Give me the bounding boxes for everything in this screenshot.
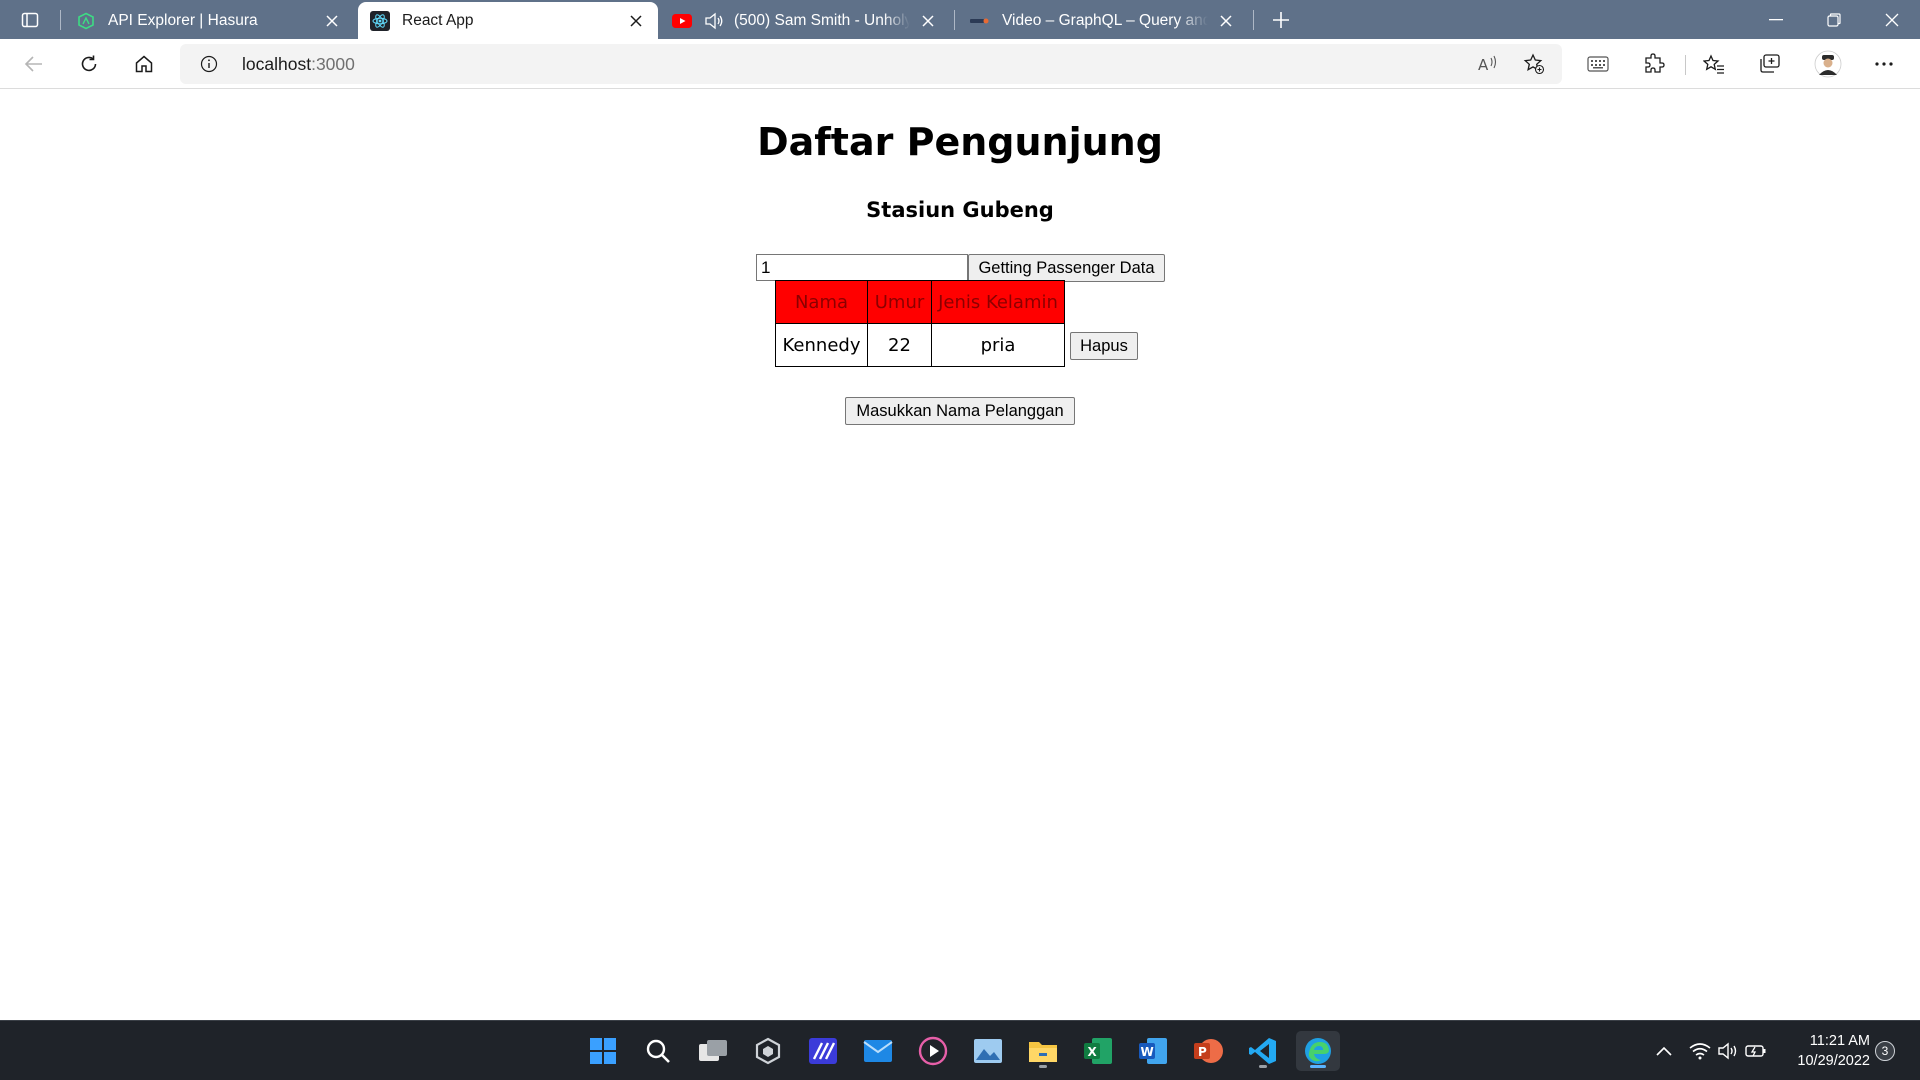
refresh-icon[interactable] xyxy=(72,48,106,80)
restore-icon[interactable] xyxy=(1805,0,1863,39)
get-passenger-data-button[interactable]: Getting Passenger Data xyxy=(968,254,1165,282)
tab-react-app[interactable]: React App xyxy=(358,2,658,39)
chevron-up-icon[interactable] xyxy=(1652,1039,1676,1063)
tab-separator xyxy=(954,10,955,30)
page-subtitle: Stasiun Gubeng xyxy=(866,198,1054,222)
cell-nama: Kennedy xyxy=(775,323,868,367)
address-bar[interactable]: localhost:3000 A xyxy=(180,44,1562,84)
url-text[interactable]: localhost:3000 xyxy=(242,54,355,75)
react-icon xyxy=(370,10,390,31)
tab-youtube[interactable]: (500) Sam Smith - Unholy ( xyxy=(660,2,950,39)
page-content: Daftar Pengunjung Stasiun Gubeng Getting… xyxy=(0,90,1920,1020)
table-header-row: Nama Umur Jenis Kelamin xyxy=(775,280,1065,324)
extensions-icon[interactable] xyxy=(1637,48,1671,80)
system-clock[interactable]: 11:21 AM 10/29/2022 xyxy=(1780,1031,1870,1071)
add-favorite-icon[interactable] xyxy=(1519,50,1549,78)
volume-icon[interactable] xyxy=(1716,1039,1740,1063)
app-icon[interactable] xyxy=(801,1031,845,1071)
tab-separator xyxy=(1253,10,1254,30)
tab-hasura[interactable]: API Explorer | Hasura xyxy=(64,2,354,39)
home-icon[interactable] xyxy=(127,48,161,80)
clock-time: 11:21 AM xyxy=(1809,1033,1870,1049)
browser-toolbar: localhost:3000 A xyxy=(0,39,1920,89)
page-title: Daftar Pengunjung xyxy=(757,120,1163,164)
tab-graphql-video[interactable]: Video – GraphQL – Query and A xyxy=(958,2,1248,39)
minimize-icon[interactable] xyxy=(1747,0,1805,39)
close-icon[interactable] xyxy=(918,11,938,31)
wifi-icon[interactable] xyxy=(1688,1039,1712,1063)
running-indicator xyxy=(1039,1065,1047,1068)
cell-umur: 22 xyxy=(867,323,932,367)
more-options-icon[interactable] xyxy=(1867,48,1901,80)
delete-row-button[interactable]: Hapus xyxy=(1070,332,1138,360)
tab-separator xyxy=(60,10,61,30)
back-arrow-icon[interactable] xyxy=(17,48,51,80)
video-site-icon xyxy=(970,11,990,31)
extension-grid-icon[interactable] xyxy=(1581,48,1615,80)
favorites-icon[interactable] xyxy=(1697,48,1731,80)
youtube-icon xyxy=(672,11,692,31)
browser-tab-strip: API Explorer | Hasura React App (500) Sa… xyxy=(0,0,1920,39)
tab-title: Video – GraphQL – Query and A xyxy=(1002,11,1208,29)
read-aloud-icon[interactable]: A xyxy=(1473,50,1503,78)
cell-jenis-kelamin: pria xyxy=(931,323,1065,367)
word-icon[interactable]: W xyxy=(1131,1031,1175,1071)
table-row: Kennedy 22 pria xyxy=(775,323,1065,367)
close-icon[interactable] xyxy=(1216,11,1236,31)
powerpoint-icon[interactable]: P xyxy=(1186,1031,1230,1071)
notification-badge[interactable]: 3 xyxy=(1875,1041,1895,1061)
profile-avatar[interactable] xyxy=(1811,48,1845,80)
tab-title: React App xyxy=(402,11,474,29)
column-header-nama: Nama xyxy=(775,280,868,324)
svg-text:P: P xyxy=(1198,1045,1207,1059)
start-icon[interactable] xyxy=(581,1031,625,1071)
edge-icon[interactable] xyxy=(1296,1031,1340,1071)
unity-hub-icon[interactable] xyxy=(746,1031,790,1071)
running-indicator xyxy=(1310,1065,1326,1068)
collections-icon[interactable] xyxy=(1753,48,1787,80)
task-view-icon[interactable] xyxy=(691,1031,735,1071)
passenger-table: Nama Umur Jenis Kelamin Kennedy 22 pria xyxy=(775,280,1065,367)
new-tab-icon[interactable] xyxy=(1266,6,1296,34)
hasura-icon xyxy=(76,11,96,31)
svg-text:X: X xyxy=(1088,1045,1098,1059)
photos-icon[interactable] xyxy=(966,1031,1010,1071)
column-header-umur: Umur xyxy=(867,280,932,324)
toolbar-divider xyxy=(1685,55,1686,75)
running-indicator xyxy=(1259,1065,1267,1068)
svg-text:W: W xyxy=(1141,1045,1154,1059)
svg-text:A: A xyxy=(1478,56,1489,74)
windows-taskbar: X W P 11:21 AM 10/29/2022 3 xyxy=(0,1020,1920,1080)
close-window-icon[interactable] xyxy=(1863,0,1920,39)
vscode-icon[interactable] xyxy=(1241,1031,1285,1071)
speaker-icon[interactable] xyxy=(704,11,724,31)
search-icon[interactable] xyxy=(636,1031,680,1071)
clock-date: 10/29/2022 xyxy=(1797,1053,1870,1069)
mail-icon[interactable] xyxy=(856,1031,900,1071)
file-explorer-icon[interactable] xyxy=(1021,1031,1065,1071)
close-icon[interactable] xyxy=(626,11,646,31)
excel-icon[interactable]: X xyxy=(1076,1031,1120,1071)
url-port: :3000 xyxy=(311,54,355,74)
media-player-icon[interactable] xyxy=(911,1031,955,1071)
close-icon[interactable] xyxy=(322,11,342,31)
tab-actions-icon[interactable] xyxy=(14,6,46,34)
url-host: localhost xyxy=(242,54,312,74)
site-info-icon[interactable] xyxy=(200,55,218,73)
battery-icon[interactable] xyxy=(1744,1039,1768,1063)
passenger-id-input[interactable] xyxy=(756,254,968,281)
add-customer-button[interactable]: Masukkan Nama Pelanggan xyxy=(845,397,1075,425)
tab-title: (500) Sam Smith - Unholy ( xyxy=(734,11,910,29)
tab-title: API Explorer | Hasura xyxy=(108,11,258,29)
column-header-jenis-kelamin: Jenis Kelamin xyxy=(931,280,1065,324)
